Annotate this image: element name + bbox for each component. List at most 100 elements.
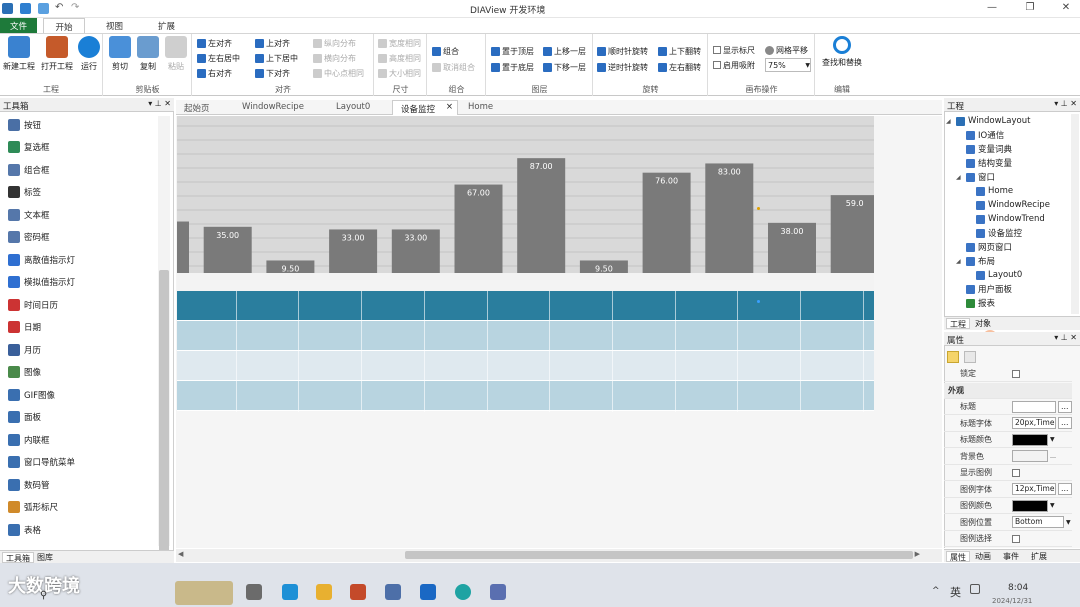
- toolbox-item[interactable]: 模拟值指示灯: [8, 272, 156, 293]
- property-checkbox[interactable]: [1012, 369, 1020, 378]
- clock-date[interactable]: 2024/12/31: [992, 597, 1032, 605]
- file-explorer-icon[interactable]: [316, 584, 332, 600]
- move-down-layer-button[interactable]: 下移一层: [543, 60, 586, 74]
- zoom-select[interactable]: 75% ▼: [765, 58, 811, 72]
- ellipsis-button[interactable]: …: [1058, 483, 1072, 495]
- toolbox-item[interactable]: 表格: [8, 519, 156, 540]
- tree-node[interactable]: 设备监控: [966, 226, 1022, 240]
- scroll-left-icon[interactable]: ◀: [178, 550, 183, 558]
- toolbox-item[interactable]: 标签: [8, 182, 156, 203]
- property-checkbox[interactable]: [1012, 534, 1020, 543]
- tree-node[interactable]: Home: [966, 184, 1013, 198]
- diaview-icon[interactable]: [385, 584, 401, 600]
- rotate-cw-button[interactable]: 顺时针旋转: [597, 44, 648, 58]
- tree-node[interactable]: ◢ WindowLayout: [946, 114, 1030, 128]
- chart-bar[interactable]: [705, 163, 754, 273]
- tree-toggle-icon[interactable]: ◢: [946, 118, 953, 125]
- outlook-icon[interactable]: [420, 584, 436, 600]
- property-text-input[interactable]: [1012, 400, 1056, 413]
- chart-bar[interactable]: [517, 158, 566, 273]
- tab-gallery[interactable]: 图库: [34, 552, 56, 563]
- property-text-input[interactable]: 12px,Time: [1012, 483, 1056, 495]
- ellipsis-button[interactable]: …: [1058, 417, 1072, 429]
- toolbox-item[interactable]: 按钮: [8, 114, 156, 135]
- toolbox-item[interactable]: 日期: [8, 317, 156, 338]
- taskbar-thumbnail[interactable]: [175, 581, 233, 605]
- tab-project[interactable]: 工程: [946, 318, 970, 329]
- doc-tab-layout0[interactable]: Layout0: [336, 100, 386, 115]
- table-row[interactable]: [177, 321, 874, 351]
- property-color-swatch[interactable]: [1012, 450, 1048, 462]
- align-center-lr-button[interactable]: 左右居中: [197, 51, 240, 65]
- tab-extend[interactable]: 扩展: [1028, 551, 1050, 562]
- send-to-bottom-button[interactable]: 置于底层: [491, 60, 534, 74]
- categorized-view-icon[interactable]: [947, 351, 959, 363]
- properties-pin-close-icons[interactable]: ▾ ⊥ ✕: [1054, 333, 1077, 342]
- tray-expand-icon[interactable]: ^: [932, 586, 940, 596]
- same-size-button[interactable]: 大小相同: [378, 66, 421, 80]
- copy-button[interactable]: 复制: [136, 36, 160, 72]
- toolbox-item[interactable]: 时间日历: [8, 294, 156, 315]
- property-text-input[interactable]: 20px,Time: [1012, 417, 1056, 429]
- restore-button[interactable]: ❐: [1020, 2, 1040, 16]
- minimize-button[interactable]: —: [982, 2, 1002, 16]
- tab-object[interactable]: 对象: [972, 318, 994, 329]
- center-same-button[interactable]: 中心点相同: [313, 66, 364, 80]
- flip-vertical-button[interactable]: 上下翻转: [658, 44, 701, 58]
- redo-icon[interactable]: ↷: [71, 2, 79, 13]
- doc-tab-start[interactable]: 起始页: [184, 100, 240, 115]
- tab-animation[interactable]: 动画: [972, 551, 994, 562]
- rotate-ccw-button[interactable]: 逆时针旋转: [597, 60, 648, 74]
- align-bottom-button[interactable]: 下对齐: [255, 66, 290, 80]
- toolbox-item[interactable]: 文本框: [8, 204, 156, 225]
- move-up-layer-button[interactable]: 上移一层: [543, 44, 586, 58]
- data-table[interactable]: [177, 291, 874, 412]
- edge-icon[interactable]: [455, 584, 471, 600]
- distribute-vertical-button[interactable]: 纵向分布: [313, 36, 356, 50]
- project-pin-close-icons[interactable]: ▾ ⊥ ✕: [1054, 99, 1077, 108]
- show-ruler-checkbox[interactable]: 显示标尺: [713, 43, 755, 57]
- ungroup-button[interactable]: 取消组合: [432, 60, 475, 74]
- clock-time[interactable]: 8:04: [1008, 583, 1028, 593]
- bar-chart[interactable]: .003335.00349.503533.003633.003767.00388…: [177, 116, 874, 291]
- tree-node[interactable]: IO通信: [956, 128, 1004, 142]
- table-header-row[interactable]: [177, 291, 874, 321]
- doc-tab-device-monitor[interactable]: 设备监控 ×: [392, 100, 458, 115]
- group-button[interactable]: 组合: [432, 44, 459, 58]
- chevron-down-icon[interactable]: ▼: [1050, 502, 1055, 509]
- undo-icon[interactable]: ↶: [55, 2, 63, 13]
- tree-toggle-icon[interactable]: ◢: [956, 258, 963, 265]
- canvas-scroll-thumb[interactable]: [405, 551, 913, 559]
- same-height-button[interactable]: 高度相同: [378, 51, 421, 65]
- table-row[interactable]: [177, 381, 874, 411]
- chevron-down-icon[interactable]: ▼: [1066, 519, 1071, 526]
- tab-properties[interactable]: 属性: [946, 551, 970, 562]
- tab-view[interactable]: 视图: [98, 18, 131, 33]
- doc-tab-home[interactable]: Home: [468, 100, 508, 115]
- align-right-button[interactable]: 右对齐: [197, 66, 232, 80]
- toolbox-item[interactable]: 复选框: [8, 137, 156, 158]
- save-all-icon[interactable]: [38, 3, 49, 14]
- close-button[interactable]: ✕: [1056, 2, 1076, 16]
- tree-node[interactable]: 报表: [956, 296, 995, 310]
- flip-horizontal-button[interactable]: 左右翻转: [658, 60, 701, 74]
- language-indicator[interactable]: 英: [950, 584, 961, 600]
- chart-bar[interactable]: [454, 184, 503, 273]
- search-icon[interactable]: ⚲: [40, 590, 47, 601]
- tree-node[interactable]: Layout0: [966, 268, 1022, 282]
- tree-node[interactable]: ◢ 窗口: [956, 170, 995, 184]
- property-checkbox[interactable]: [1012, 468, 1020, 477]
- cut-button[interactable]: 剪切: [108, 36, 132, 72]
- tab-extend[interactable]: 扩展: [150, 18, 183, 33]
- doc-tab-windowrecipe[interactable]: WindowRecipe: [242, 100, 326, 115]
- app-icon[interactable]: [490, 584, 506, 600]
- tree-node[interactable]: 变量词典: [956, 142, 1012, 156]
- bring-to-top-button[interactable]: 置于顶层: [491, 44, 534, 58]
- chart-bar[interactable]: [177, 221, 189, 273]
- property-color-swatch[interactable]: [1012, 433, 1048, 446]
- tree-node[interactable]: ◢ 布局: [956, 254, 995, 268]
- open-project-button[interactable]: 打开工程: [38, 36, 76, 72]
- paste-button[interactable]: 粘贴: [164, 36, 188, 72]
- align-top-button[interactable]: 上对齐: [255, 36, 290, 50]
- align-center-tb-button[interactable]: 上下居中: [255, 51, 298, 65]
